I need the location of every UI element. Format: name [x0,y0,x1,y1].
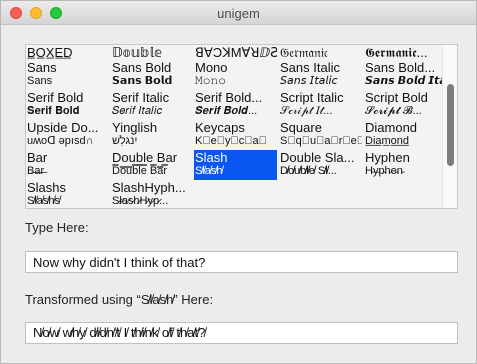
style-item[interactable]: 𝕲𝖊𝖗𝖒𝖆𝖓𝖎𝖈... [364,45,447,60]
style-name: Square [280,120,322,135]
style-name: Bar [27,150,48,165]
style-item[interactable]: Sans Bold 𝗦𝗮𝗻𝘀 𝗕𝗼𝗹𝗱 [111,60,194,90]
style-sample: 𝓢𝓬𝓻𝓲𝓹𝓽 𝓑... [365,105,422,117]
style-name: Keycaps [195,120,245,135]
app-window: unigem B̲O̲X̲E̲D̲ Sans Sans Serif Bold 𝐒𝐞𝐫𝐢𝐟… [0,0,477,364]
style-name: Sans Italic [280,60,340,75]
style-item[interactable] [194,180,277,208]
style-item[interactable] [279,180,362,208]
style-item[interactable]: Hyphen H̵y̵p̵h̵e̵n̵ [364,150,447,180]
style-sample: K⃣e⃣y⃣c⃣a⃣ [195,135,267,147]
style-name: Double Sla... [280,150,355,165]
style-name: Sans [27,60,57,75]
style-item[interactable]: Double Sla... D̸̸o̸̸u̸̸b̸̸l̸̸e̸̸ S̸̸l̸̸..… [279,150,362,180]
style-sample: S̷l̷a̷s̷h̷H̷y̷p̷... [112,195,169,207]
style-grid: B̲O̲X̲E̲D̲ Sans Sans Serif Bold 𝐒𝐞𝐫𝐢𝐟 𝐁𝐨𝐥𝐝 Up… [26,45,447,208]
style-sample: 𝗦𝗮𝗻𝘀 𝗕𝗼𝗹𝗱 [112,75,173,87]
style-sample: uʍoᗡ ǝpısd∩ [27,135,94,147]
style-name: Double Bar [112,150,178,165]
style-name: 𝕲𝖊𝖗𝖒𝖆𝖓𝖎𝖈... [365,45,428,60]
style-name: Sans Bold [112,60,172,75]
style-item[interactable]: Script Bold 𝓢𝓬𝓻𝓲𝓹𝓽 𝓑... [364,90,447,120]
collection-scrollbar[interactable] [442,45,457,208]
style-collection: B̲O̲X̲E̲D̲ Sans Sans Serif Bold 𝐒𝐞𝐫𝐢𝐟 𝐁𝐨𝐥𝐝 Up… [25,44,458,209]
style-sample: S⃞q⃞u⃞a⃞r⃞e⃞ [280,135,362,147]
scrollbar-thumb[interactable] [447,84,454,166]
style-sample: B̶a̶r̶ [27,165,45,177]
style-sample: H̵y̵p̵h̵e̵n̵ [365,165,403,177]
style-sample: 𝙼𝚘𝚗𝚘 [195,75,227,87]
style-name: Script Italic [280,90,344,105]
style-name: Mono [195,60,228,75]
style-item[interactable]: Slash S̸l̸a̸s̸h̸ [194,150,277,180]
style-name: B̲O̲X̲E̲D̲ [27,45,73,60]
style-item[interactable]: Serif Bold 𝐒𝐞𝐫𝐢𝐟 𝐁𝐨𝐥𝐝 [26,90,109,120]
style-item[interactable]: Diamond D̲i̲a̲m̲o̲n̲d̲ [364,120,447,150]
style-item[interactable]: 𝔊𝔢𝔯𝔪𝔞𝔫𝔦𝔠 [279,45,362,60]
window-title: unigem [217,6,260,21]
style-item[interactable]: Mono 𝙼𝚘𝚗𝚘 [194,60,277,90]
type-here-label: Type Here: [25,220,89,235]
style-sample: 𝐒𝐞𝐫𝐢𝐟 𝐁𝐨𝐥𝐝 [27,105,80,117]
style-sample: יִנגלִשׁ [112,135,138,147]
style-name: 𝔊𝔢𝔯𝔪𝔞𝔫𝔦𝔠 [280,45,329,60]
transformed-label: Transformed using “S̸l̸a̸s̸h̸” Here: [25,292,214,307]
style-name: Hyphen [365,150,410,165]
output-text-field[interactable]: N̸o̸w̸ w̸h̸y̸ d̸i̸d̸n̸'̸t̸ I̸ t̸h̸i̸n̸k̸… [25,322,458,344]
style-item[interactable]: Upside Do... uʍoᗡ ǝpısd∩ [26,120,109,150]
style-name: 𝔻𝕠𝕦𝕓𝕝𝕖 [112,45,162,60]
style-name: Diamond [365,120,418,135]
style-sample: S̸l̸a̸s̸h̸ [195,165,223,177]
style-item[interactable]: Slashs S̸l̸a̸s̸h̸s̸ [26,180,109,208]
style-name: Slashs [27,180,67,195]
style-name: Serif Bold... [195,90,263,105]
style-sample: 𝑆𝑒𝑟𝑖𝑓 𝐼𝑡𝑎𝑙𝑖𝑐 [112,105,163,117]
style-item[interactable]: Keycaps K⃣e⃣y⃣c⃣a⃣ [194,120,277,150]
style-sample: Sans [27,75,53,87]
style-name: Upside Do... [27,120,99,135]
style-name: Script Bold [365,90,428,105]
style-item[interactable] [364,180,447,208]
style-sample: D̸̸o̸̸u̸̸b̸̸l̸̸e̸̸ S̸̸l̸̸... [280,165,337,177]
style-sample: 𝙎𝙖𝙣𝙨 𝘽𝙤𝙡𝙙 𝙄𝙩𝙖𝙡𝙞𝙘 [365,75,447,87]
style-item[interactable]: Sans Sans [26,60,109,90]
style-item[interactable]: ꓭ∀ƆꓘMⱯꓤⅅꙄ [194,45,277,60]
style-sample: S̸l̸a̸s̸h̸s̸ [27,195,61,207]
style-item[interactable]: B̲O̲X̲E̲D̲ [26,45,109,60]
style-sample: 𝒮𝒸𝓇𝒾𝓅𝓉 𝐼𝓉... [280,105,333,117]
style-name: Yinglish [112,120,158,135]
style-sample: D̲i̲a̲m̲o̲n̲d̲ [365,135,410,147]
style-item[interactable]: Square S⃞q⃞u⃞a⃞r⃞e⃞ [279,120,362,150]
style-name: SlashHyph... [112,180,186,195]
style-sample: 𝑺𝒆𝒓𝒊𝒇 𝑩𝒐𝒍𝒅... [195,105,258,117]
style-item[interactable]: Sans Bold...𝙎𝙖𝙣𝙨 𝘽𝙤𝙡𝙙 𝙄𝙩𝙖𝙡𝙞𝙘 [364,60,447,90]
style-name: Slash [195,150,228,165]
style-name: Sans Bold... [365,60,436,75]
style-name: Serif Italic [112,90,170,105]
style-name: ꓭ∀ƆꓘMⱯꓤⅅꙄ [195,45,277,60]
style-sample: 𝘚𝘢𝘯𝘴 𝘐𝘵𝘢𝘭𝘪𝘤 [280,75,338,87]
style-sample: D̿o̿u̿b̿l̿e̿ B̿a̿r̿ [112,165,168,177]
style-item[interactable]: Script Italic 𝒮𝒸𝓇𝒾𝓅𝓉 𝐼𝓉... [279,90,362,120]
style-item[interactable]: Double Bar D̿o̿u̿b̿l̿e̿ B̿a̿r̿ [111,150,194,180]
style-name: Serif Bold [27,90,84,105]
style-item[interactable]: Sans Italic 𝘚𝘢𝘯𝘴 𝘐𝘵𝘢𝘭𝘪𝘤 [279,60,362,90]
style-item[interactable]: SlashHyph... S̷l̷a̷s̷h̷H̷y̷p̷... [111,180,194,208]
style-item[interactable]: Serif Italic 𝑆𝑒𝑟𝑖𝑓 𝐼𝑡𝑎𝑙𝑖𝑐 [111,90,194,120]
style-item[interactable]: Bar B̶a̶r̶ [26,150,109,180]
style-item[interactable]: Yinglish יִנגלִשׁ [111,120,194,150]
style-item[interactable]: 𝔻𝕠𝕦𝕓𝕝𝕖 [111,45,194,60]
title-bar: unigem [1,1,476,25]
input-text-field[interactable] [25,251,458,273]
style-item[interactable]: Serif Bold... 𝑺𝒆𝒓𝒊𝒇 𝑩𝒐𝒍𝒅... [194,90,277,120]
